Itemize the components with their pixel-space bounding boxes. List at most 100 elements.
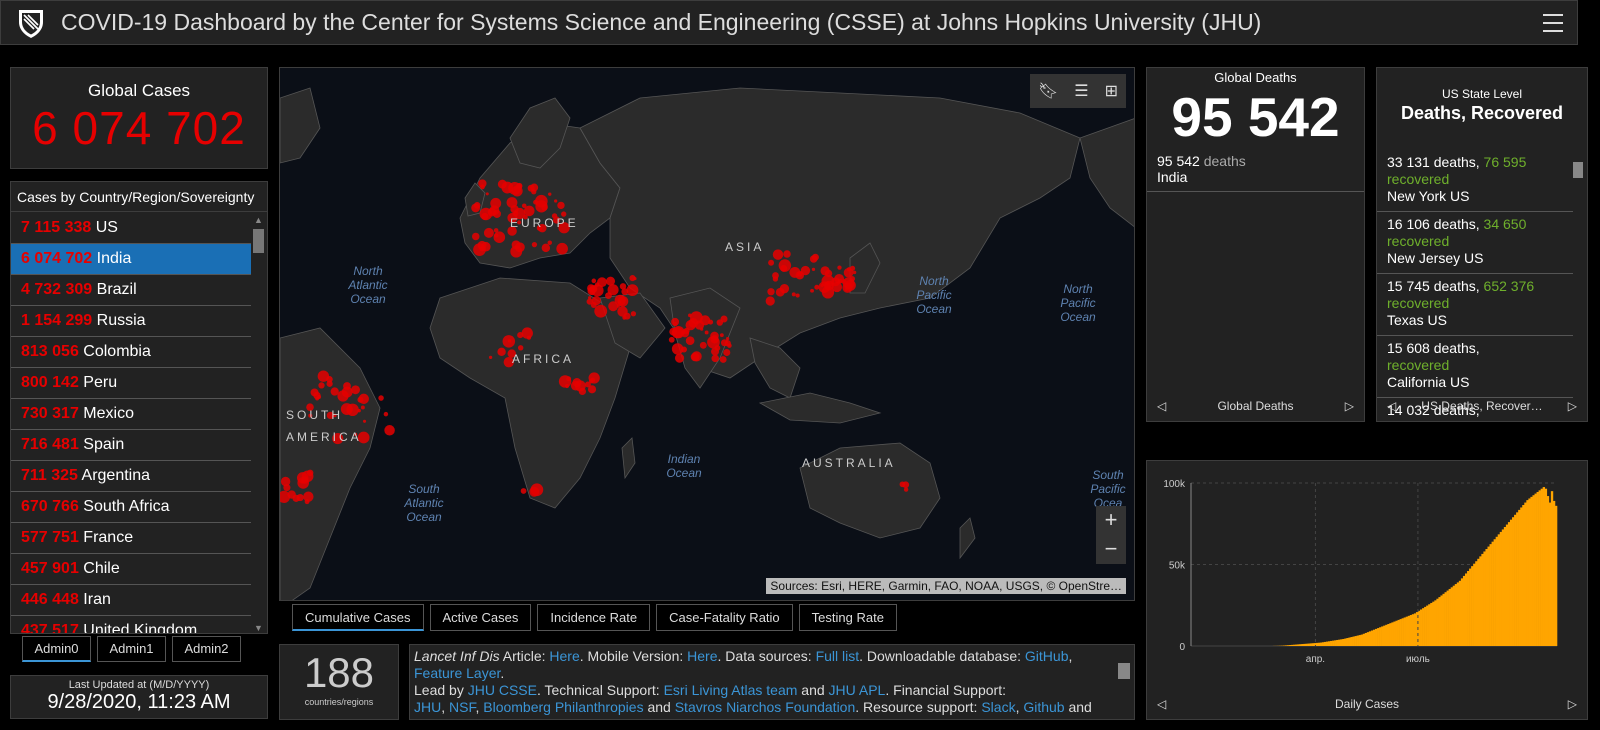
case-marker[interactable] [517,331,524,339]
prev-arrow-icon[interactable]: ◁ [1157,697,1166,711]
article-link[interactable]: Here [549,648,579,664]
next-arrow-icon[interactable]: ▷ [1345,399,1354,413]
case-marker[interactable] [772,276,779,282]
case-marker[interactable] [626,284,639,297]
case-marker[interactable] [719,356,727,363]
case-marker[interactable] [483,227,494,238]
prev-arrow-icon[interactable]: ◁ [1157,399,1166,413]
case-marker[interactable] [317,394,322,400]
us-state-item[interactable]: 15 745 deaths, 652 376 recovered Texas US [1377,274,1573,336]
case-marker[interactable] [471,203,481,213]
country-row[interactable]: 800 142 Peru [11,368,251,399]
case-marker[interactable] [824,269,833,278]
case-marker[interactable] [557,201,565,210]
us-state-item[interactable]: 16 106 deaths, 34 650 recovered New Jersey… [1377,212,1573,274]
case-marker[interactable] [541,243,551,253]
jhu-link[interactable]: JHU [414,699,441,715]
case-marker[interactable] [548,192,552,196]
case-marker[interactable] [811,267,816,272]
case-marker[interactable] [672,326,685,339]
case-marker[interactable] [714,345,721,351]
case-marker[interactable] [688,313,692,318]
case-marker[interactable] [765,296,775,306]
case-marker[interactable] [725,337,730,341]
case-marker[interactable] [704,330,709,335]
case-marker[interactable] [472,232,480,241]
case-marker[interactable] [547,240,552,245]
case-marker[interactable] [724,340,731,347]
case-marker[interactable] [318,382,325,389]
case-marker[interactable] [690,352,700,362]
case-marker[interactable] [481,241,491,252]
case-marker[interactable] [490,197,502,209]
case-marker[interactable] [303,491,314,502]
case-marker[interactable] [671,343,684,355]
case-marker[interactable] [710,335,719,344]
case-marker[interactable] [594,304,608,318]
slack-link[interactable]: Slack [981,699,1015,715]
tab-active-cases[interactable]: Active Cases [429,604,532,631]
tab-admin0[interactable]: Admin0 [22,636,91,662]
case-marker[interactable] [591,278,597,284]
case-marker[interactable] [767,288,775,296]
case-marker[interactable] [526,335,532,340]
case-marker[interactable] [481,212,489,220]
nsf-link[interactable]: NSF [449,699,475,715]
case-marker[interactable] [341,386,353,398]
case-marker[interactable] [800,265,811,276]
jhu-apl-link[interactable]: JHU APL [829,682,886,698]
tab-testing-rate[interactable]: Testing Rate [798,604,897,631]
country-row[interactable]: 813 056 Colombia [11,337,251,368]
case-marker[interactable] [699,341,707,349]
us-state-scrollbar[interactable] [1573,154,1583,416]
case-marker[interactable] [554,199,558,203]
basemap-gallery-icon[interactable]: ⊞ [1105,81,1118,101]
case-marker[interactable] [527,184,535,192]
stavros-link[interactable]: Stavros Niarchos Foundation [675,699,856,715]
case-marker[interactable] [530,483,544,497]
case-marker[interactable] [310,388,319,397]
case-marker[interactable] [493,231,506,243]
case-marker[interactable] [326,380,333,387]
country-row[interactable]: 716 481 Spain [11,430,251,461]
case-marker[interactable] [485,192,489,196]
case-marker[interactable] [810,288,814,293]
case-marker[interactable] [778,259,792,272]
next-arrow-icon[interactable]: ▷ [1568,697,1577,711]
info-scrollbar[interactable] [1118,649,1130,717]
case-marker[interactable] [899,481,906,488]
case-marker[interactable] [723,348,731,357]
case-marker[interactable] [779,284,790,294]
tab-cumulative-cases[interactable]: Cumulative Cases [292,604,424,631]
scroll-up-icon[interactable]: ▲ [254,215,263,225]
country-row[interactable]: 446 448 Iran [11,585,251,616]
case-marker[interactable] [384,425,395,436]
tab-admin2[interactable]: Admin2 [172,636,241,662]
case-marker[interactable] [605,292,612,300]
case-marker[interactable] [378,395,384,401]
case-marker[interactable] [772,249,784,260]
case-marker[interactable] [362,419,367,423]
case-marker[interactable] [292,494,300,502]
case-marker[interactable] [844,279,856,291]
full-list-link[interactable]: Full list [816,648,860,664]
country-list-scrollbar[interactable]: ▲ ▼ [253,215,264,633]
case-marker[interactable] [700,315,711,326]
case-marker[interactable] [719,333,724,338]
case-marker[interactable] [629,274,636,282]
feature-layer-link[interactable]: Feature Layer [414,665,500,681]
case-marker[interactable] [824,280,834,291]
us-state-item[interactable]: 15 608 deaths, recovered California US [1377,336,1573,398]
scrollbar-thumb[interactable] [1118,663,1130,679]
case-marker[interactable] [586,298,593,305]
case-marker[interactable] [720,315,728,323]
case-marker[interactable] [283,484,291,492]
tab-admin1[interactable]: Admin1 [97,636,166,662]
case-marker[interactable] [589,285,598,293]
case-marker[interactable] [507,339,512,343]
case-marker[interactable] [619,283,627,290]
case-marker[interactable] [597,277,607,288]
esri-link[interactable]: Esri Living Atlas team [664,682,798,698]
case-marker[interactable] [317,370,330,382]
case-marker[interactable] [497,179,507,189]
